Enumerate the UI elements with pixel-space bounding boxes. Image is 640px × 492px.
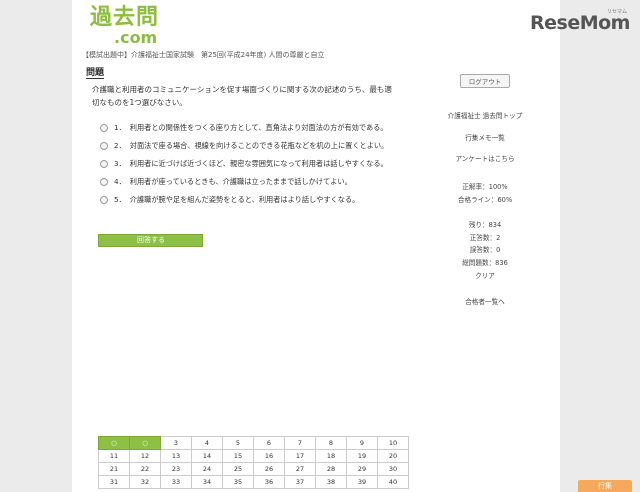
choice-text: 利用者が座っているときも、介護職は立ったままで話しかけてよい。 xyxy=(129,177,352,186)
grid-cell[interactable]: 7 xyxy=(284,436,316,450)
grid-cell[interactable]: 17 xyxy=(284,449,316,463)
choice-radio[interactable] xyxy=(100,178,108,186)
grid-cell[interactable]: 10 xyxy=(377,436,409,450)
grid-cell[interactable]: 33 xyxy=(160,475,192,489)
grid-cell[interactable]: 19 xyxy=(346,449,378,463)
grid-cell[interactable]: 39 xyxy=(346,475,378,489)
grid-cell[interactable]: 11 xyxy=(98,449,130,463)
grid-cell[interactable]: 22 xyxy=(129,462,161,476)
grid-cell[interactable]: 4 xyxy=(191,436,223,450)
question-text: 介護職と利用者のコミュニケーションを促す場面づくりに関する次の記述のうち、最も適… xyxy=(92,85,392,107)
grid-cell[interactable]: 20 xyxy=(377,449,409,463)
clear-link[interactable]: クリア xyxy=(430,270,540,280)
choice-number: 4． xyxy=(114,177,126,186)
grid-cell[interactable]: 15 xyxy=(222,449,254,463)
resemom-logo: ReseMom xyxy=(530,12,630,34)
sidebar-link-memo[interactable]: 行集メモ一覧 xyxy=(430,132,540,142)
grid-cell[interactable]: 38 xyxy=(315,475,347,489)
choice-5[interactable]: 5． 介護職が腕や足を組んだ姿勢をとると、利用者はより話しやすくなる。 xyxy=(100,191,410,209)
logo-sub-text: .com xyxy=(114,28,158,47)
grid-cell[interactable]: 37 xyxy=(284,475,316,489)
grid-cell[interactable]: 23 xyxy=(160,462,192,476)
total-count: 総問題数：836 xyxy=(462,259,508,267)
sidebar: ログアウト 介護福祉士 過去問トップ 行集メモ一覧 アンケートはこちら 正解率：… xyxy=(430,60,540,306)
grid-cell[interactable]: 3 xyxy=(160,436,192,450)
grid-cell[interactable]: ○ xyxy=(98,436,130,450)
choice-3[interactable]: 3． 利用者に近づけば近づくほど、親密な雰囲気になって利用者は話しやすくなる。 xyxy=(100,155,410,173)
choice-text: 介護職が腕や足を組んだ姿勢をとると、利用者はより話しやすくなる。 xyxy=(129,195,360,204)
pass-line: 合格ライン：60% xyxy=(457,196,513,204)
correct-count: 正答数：2 xyxy=(469,234,501,242)
grid-cell[interactable]: 14 xyxy=(191,449,223,463)
grid-cell[interactable]: 12 xyxy=(129,449,161,463)
resemom-ruby: リセマム xyxy=(607,9,628,15)
choice-radio[interactable] xyxy=(100,142,108,150)
answer-button[interactable]: 回答する xyxy=(98,234,203,247)
grid-cell[interactable]: 6 xyxy=(253,436,285,450)
grid-cell[interactable]: 35 xyxy=(222,475,254,489)
choice-radio[interactable] xyxy=(100,196,108,204)
logo-main-text: 過去問 xyxy=(90,5,160,30)
grid-row: 21 22 23 24 25 26 27 28 29 30 xyxy=(98,462,409,476)
page-content: 過去問 .com 【模試出題中】介護福祉士国家試験 第25回(平成24年度) 人… xyxy=(72,0,560,492)
choice-number: 3． xyxy=(114,159,126,168)
grid-cell[interactable]: 36 xyxy=(253,475,285,489)
grid-cell[interactable]: 31 xyxy=(98,475,130,489)
accuracy-rate: 正解率：100% xyxy=(462,183,508,191)
grid-cell[interactable]: 34 xyxy=(191,475,223,489)
choice-number: 1． xyxy=(114,123,126,132)
grid-cell[interactable]: 32 xyxy=(129,475,161,489)
grid-cell[interactable]: 5 xyxy=(222,436,254,450)
passers-link[interactable]: 合格者一覧へ xyxy=(430,296,540,306)
grid-row: ○ ○ 3 4 5 6 7 8 9 10 xyxy=(98,436,409,450)
choice-text: 利用者との関係性をつくる座り方として、直角法より対面法の方が有効である。 xyxy=(129,123,388,132)
gyosetsu-button[interactable]: 行集 xyxy=(578,480,632,492)
grid-cell[interactable]: 28 xyxy=(315,462,347,476)
choice-list: 1． 利用者との関係性をつくる座り方として、直角法より対面法の方が有効である。 … xyxy=(100,119,410,209)
grid-cell[interactable]: 25 xyxy=(222,462,254,476)
grid-cell[interactable]: 8 xyxy=(315,436,347,450)
choice-radio[interactable] xyxy=(100,124,108,132)
grid-cell[interactable]: 26 xyxy=(253,462,285,476)
grid-cell[interactable]: 21 xyxy=(98,462,130,476)
choice-text: 利用者に近づけば近づくほど、親密な雰囲気になって利用者は話しやすくなる。 xyxy=(129,159,388,168)
grid-cell[interactable]: 40 xyxy=(377,475,409,489)
grid-cell[interactable]: 29 xyxy=(346,462,378,476)
sidebar-link-top[interactable]: 介護福祉士 過去問トップ xyxy=(430,110,540,120)
choice-number: 5． xyxy=(114,195,126,204)
question-grid: ○ ○ 3 4 5 6 7 8 9 10 11 12 13 14 15 16 17 18 19 20 21 22 23 24 2… xyxy=(98,436,409,489)
choice-4[interactable]: 4． 利用者が座っているときも、介護職は立ったままで話しかけてよい。 xyxy=(100,173,410,191)
choice-2[interactable]: 2． 対面法で座る場合、視線を向けることのできる花瓶などを机の上に置くとよい。 xyxy=(100,137,410,155)
choice-text: 対面法で座る場合、視線を向けることのできる花瓶などを机の上に置くとよい。 xyxy=(129,141,389,150)
grid-row: 31 32 33 34 35 36 37 38 39 40 xyxy=(98,475,409,489)
wrong-count: 誤答数：0 xyxy=(469,246,501,254)
choice-number: 2． xyxy=(114,141,126,150)
grid-cell[interactable]: 16 xyxy=(253,449,285,463)
logout-button[interactable]: ログアウト xyxy=(459,74,511,88)
choice-radio[interactable] xyxy=(100,160,108,168)
site-logo[interactable]: 過去問 .com xyxy=(90,6,159,46)
breadcrumb: 【模試出題中】介護福祉士国家試験 第25回(平成24年度) 人間の尊厳と自立 xyxy=(82,51,325,59)
grid-cell[interactable]: 13 xyxy=(160,449,192,463)
grid-cell[interactable]: 24 xyxy=(191,462,223,476)
grid-cell[interactable]: 27 xyxy=(284,462,316,476)
remaining-count: 残り：834 xyxy=(468,221,502,229)
grid-cell[interactable]: 30 xyxy=(377,462,409,476)
choice-1[interactable]: 1． 利用者との関係性をつくる座り方として、直角法より対面法の方が有効である。 xyxy=(100,119,410,137)
sidebar-link-survey[interactable]: アンケートはこちら xyxy=(430,153,540,163)
question-heading: 問題 xyxy=(86,68,105,79)
grid-row: 11 12 13 14 15 16 17 18 19 20 xyxy=(98,449,409,463)
grid-cell[interactable]: ○ xyxy=(129,436,161,450)
grid-cell[interactable]: 18 xyxy=(315,449,347,463)
grid-cell[interactable]: 9 xyxy=(346,436,378,450)
